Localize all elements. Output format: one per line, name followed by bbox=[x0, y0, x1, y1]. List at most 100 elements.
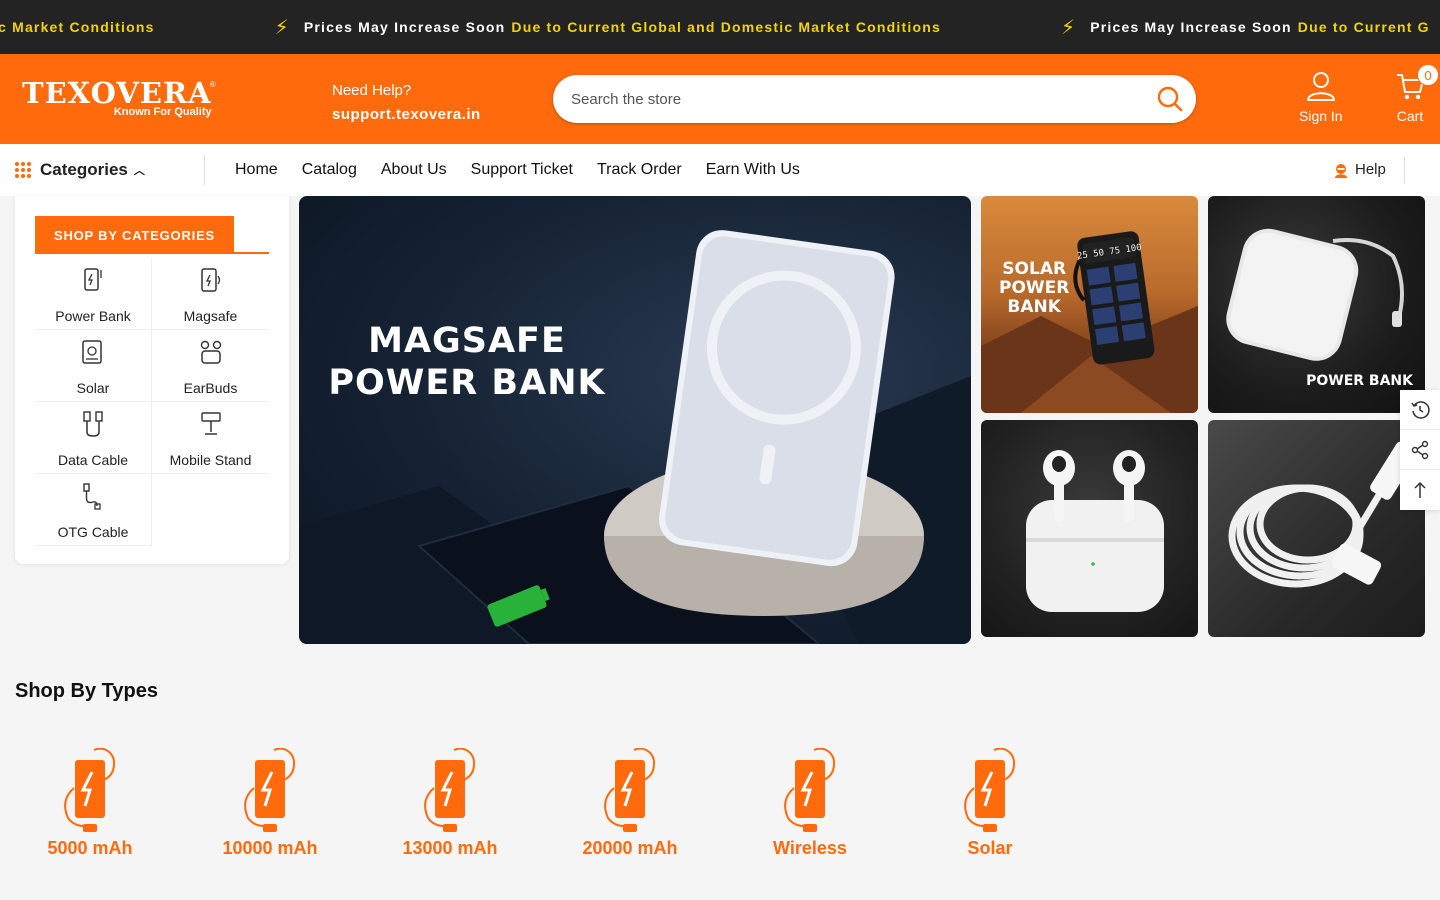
help-link[interactable]: Help bbox=[1333, 161, 1386, 178]
sign-in-label: Sign In bbox=[1299, 108, 1343, 124]
categories-label: Categories bbox=[40, 160, 128, 179]
sidebar-title: SHOP BY CATEGORIES bbox=[35, 216, 234, 254]
support-contact: Need Help? support.texovera.in bbox=[332, 82, 481, 123]
nav-link-about-us[interactable]: About Us bbox=[381, 161, 447, 179]
history-icon bbox=[1411, 400, 1430, 419]
search-input[interactable] bbox=[571, 87, 1131, 111]
promo-tile-power-bank[interactable]: POWER BANK bbox=[1208, 196, 1425, 413]
lightning-icon: ⚡ bbox=[1060, 16, 1077, 39]
power-bank-type-icon bbox=[424, 748, 476, 832]
category-label: EarBuds bbox=[183, 380, 238, 396]
announcement-lead: Prices May Increase Soon bbox=[303, 19, 506, 35]
category-empty-cell bbox=[152, 474, 269, 546]
solar-tile-label-line: SOLAR bbox=[1002, 259, 1067, 279]
grid-icon bbox=[15, 162, 33, 178]
announcement-segment: c Market Conditions bbox=[0, 19, 155, 35]
announcement-accent: Due to Current Global and Domestic Marke… bbox=[511, 19, 941, 35]
support-agent-icon bbox=[1335, 163, 1347, 178]
solar-tile-label-line: BANK bbox=[1007, 297, 1061, 317]
nav-menu: Home Catalog About Us Support Ticket Tra… bbox=[235, 144, 824, 196]
nav-link-earn-with-us[interactable]: Earn With Us bbox=[706, 161, 800, 179]
type-label: 5000 mAh bbox=[47, 838, 133, 858]
earbuds-image bbox=[1026, 450, 1164, 612]
hero-illustration bbox=[299, 230, 971, 644]
categories-toggle[interactable]: Categories ︿ bbox=[15, 160, 145, 180]
category-power-bank[interactable]: Power Bank bbox=[35, 258, 152, 330]
shop-by-types-list: 5000 mAh 10000 mAh 13000 mAh 20000 mAh W… bbox=[0, 748, 1080, 859]
arrow-up-icon bbox=[1414, 481, 1426, 498]
type-item[interactable]: 5000 mAh bbox=[0, 748, 180, 859]
cart-button[interactable]: Cart 0 bbox=[1395, 64, 1439, 124]
announcement-accent: c Market Conditions bbox=[0, 19, 155, 35]
promo-tile-solar-power-bank[interactable]: 25 50 75 100 SOLAR POWER BANK bbox=[981, 196, 1198, 413]
promo-tile-earbuds[interactable] bbox=[981, 420, 1198, 637]
category-label: OTG Cable bbox=[57, 524, 129, 540]
need-help-label: Need Help? bbox=[332, 82, 412, 99]
type-item[interactable]: 20000 mAh bbox=[540, 748, 720, 859]
sign-in-button[interactable]: Sign In bbox=[1299, 70, 1343, 124]
type-item[interactable]: 13000 mAh bbox=[360, 748, 540, 859]
logo-name: TEXOVERA bbox=[22, 76, 212, 110]
power-bank-type-icon bbox=[244, 748, 296, 832]
logo[interactable]: TEXOVERA ® Known For Quality bbox=[22, 76, 216, 118]
hero-banner[interactable]: MAGSAFE POWER BANK bbox=[299, 196, 971, 644]
announcement-bar: c Market Conditions ⚡ Prices May Increas… bbox=[0, 0, 1440, 54]
category-sidebar: SHOP BY CATEGORIES Power Bank Magsafe So… bbox=[15, 196, 289, 564]
category-label: Magsafe bbox=[183, 308, 238, 324]
power-bank-type-icon bbox=[784, 748, 836, 832]
hero-title-line: POWER BANK bbox=[328, 363, 606, 403]
solar-tile-label: SOLAR POWER BANK bbox=[999, 260, 1069, 317]
back-to-top-button[interactable] bbox=[1400, 470, 1440, 510]
category-label: Solar bbox=[76, 380, 110, 396]
otg-cable-icon bbox=[83, 483, 101, 510]
hero-title-line: MAGSAFE bbox=[368, 321, 566, 361]
power-bank-tile-label: POWER BANK bbox=[1306, 373, 1413, 389]
logo-tagline: Known For Quality bbox=[113, 106, 212, 118]
type-item[interactable]: Solar bbox=[900, 748, 1080, 859]
nav-link-support-ticket[interactable]: Support Ticket bbox=[471, 161, 573, 179]
magsafe-icon bbox=[200, 268, 220, 292]
type-label: Wireless bbox=[773, 838, 847, 858]
announcement-segment: ⚡ Prices May Increase Soon Due to Curren… bbox=[275, 15, 941, 40]
announcement-accent: Due to Current G bbox=[1297, 19, 1430, 35]
announcement-track: c Market Conditions ⚡ Prices May Increas… bbox=[0, 0, 1440, 54]
support-link[interactable]: support.texovera.in bbox=[332, 106, 481, 123]
power-bank-type-icon bbox=[604, 748, 656, 832]
category-magsafe[interactable]: Magsafe bbox=[152, 258, 269, 330]
sidebar-title-underline bbox=[35, 252, 269, 254]
category-solar[interactable]: Solar bbox=[35, 330, 152, 402]
type-item[interactable]: Wireless bbox=[720, 748, 900, 859]
announcement-segment: ⚡ Prices May Increase Soon Due to Curren… bbox=[1061, 15, 1430, 40]
cart-label: Cart bbox=[1396, 108, 1424, 124]
share-button[interactable] bbox=[1400, 430, 1440, 470]
announcement-lead: Prices May Increase Soon bbox=[1090, 19, 1292, 35]
lightning-icon: ⚡ bbox=[274, 16, 290, 39]
cart-count-badge: 0 bbox=[1417, 64, 1439, 86]
earbuds-icon bbox=[200, 340, 221, 364]
nav-link-catalog[interactable]: Catalog bbox=[302, 161, 357, 179]
power-bank-type-icon bbox=[64, 748, 116, 832]
recently-viewed-button[interactable] bbox=[1400, 390, 1440, 430]
type-item[interactable]: 10000 mAh bbox=[180, 748, 360, 859]
help-label: Help bbox=[1355, 161, 1386, 178]
power-bank-type-icon bbox=[964, 748, 1016, 832]
nav-link-track-order[interactable]: Track Order bbox=[597, 161, 682, 179]
category-data-cable[interactable]: Data Cable bbox=[35, 402, 152, 474]
category-earbuds[interactable]: EarBuds bbox=[152, 330, 269, 402]
site-header: TEXOVERA ® Known For Quality Need Help? … bbox=[0, 54, 1440, 144]
category-mobile-stand[interactable]: Mobile Stand bbox=[152, 402, 269, 474]
nav-divider bbox=[1404, 157, 1405, 183]
logo-registered-mark: ® bbox=[209, 80, 216, 89]
nav-link-home[interactable]: Home bbox=[235, 161, 278, 179]
search-icon[interactable] bbox=[1156, 85, 1184, 113]
promo-tile-data-cable[interactable] bbox=[1208, 420, 1425, 637]
share-icon bbox=[1411, 440, 1429, 459]
type-label: 10000 mAh bbox=[222, 838, 318, 858]
category-label: Power Bank bbox=[55, 308, 131, 324]
type-label: 20000 mAh bbox=[582, 838, 678, 858]
category-otg-cable[interactable]: OTG Cable bbox=[35, 474, 152, 546]
category-label: Mobile Stand bbox=[169, 452, 252, 468]
main-nav: Categories ︿ Home Catalog About Us Suppo… bbox=[0, 144, 1440, 196]
category-grid: Power Bank Magsafe Solar EarBuds Data Ca… bbox=[35, 258, 271, 546]
mobile-stand-icon bbox=[200, 412, 221, 435]
